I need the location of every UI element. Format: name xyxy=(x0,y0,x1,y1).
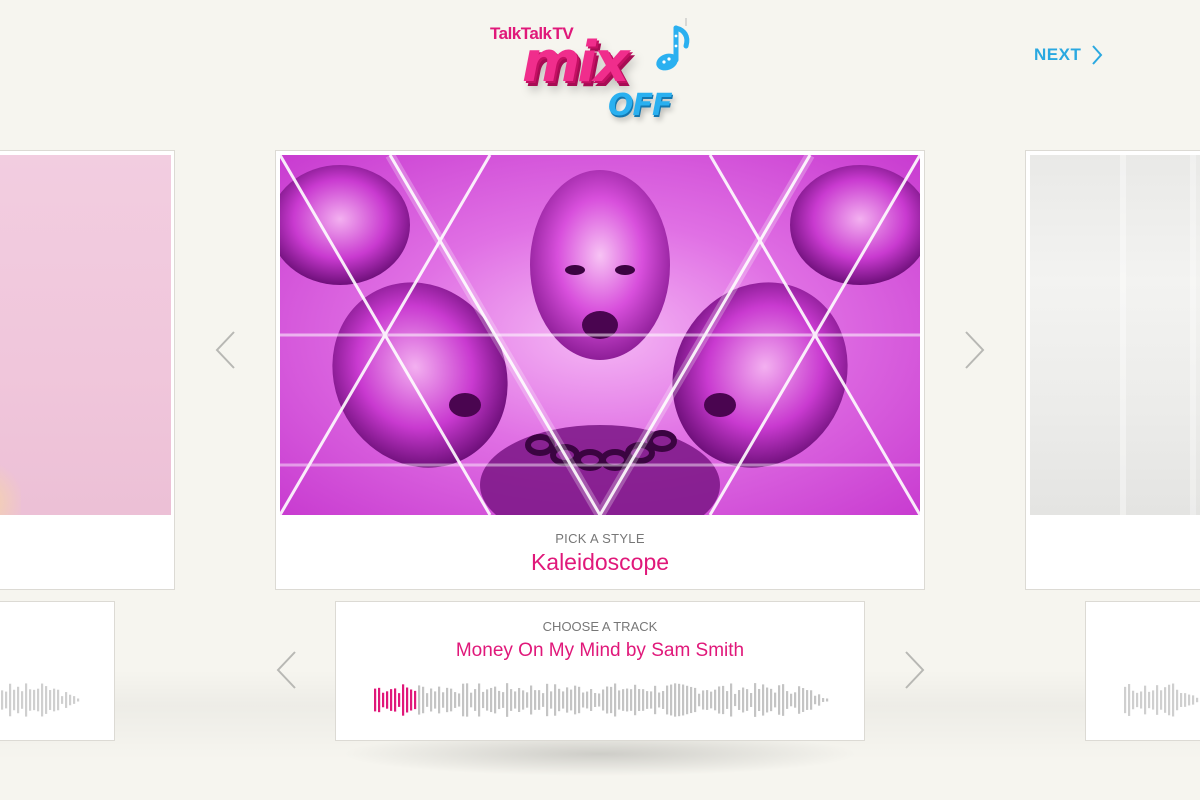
style-thumbnail-next xyxy=(1030,155,1200,515)
next-label: NEXT xyxy=(1034,45,1082,64)
choose-track-label: CHOOSE A TRACK xyxy=(542,619,658,634)
chevron-right-icon xyxy=(965,331,985,369)
style-card-selected[interactable]: PICK A STYLE Kaleidoscope xyxy=(275,150,925,590)
logo-off-text: OFF xyxy=(608,88,672,123)
style-previous-button[interactable] xyxy=(214,330,236,370)
next-button[interactable]: NEXT xyxy=(1034,42,1103,68)
style-thumbnail-previous xyxy=(0,155,171,515)
track-card-selected[interactable]: CHOOSE A TRACK Money On My Mind by Sam S… xyxy=(335,601,865,741)
track-card-previous[interactable] xyxy=(0,601,115,741)
chevron-left-icon xyxy=(276,651,296,689)
chevron-right-icon xyxy=(905,651,925,689)
card-shadow xyxy=(320,738,880,778)
track-card-next[interactable] xyxy=(1085,601,1200,741)
kaleidoscope-preview-image xyxy=(280,155,920,515)
waveform-previous xyxy=(1,683,80,717)
track-next-button[interactable] xyxy=(904,650,926,690)
waveform-next xyxy=(1124,683,1199,717)
pick-style-label: PICK A STYLE xyxy=(555,531,645,546)
music-note-icon xyxy=(656,18,690,71)
chevron-left-icon xyxy=(215,331,235,369)
selected-track-name: Money On My Mind by Sam Smith xyxy=(455,640,745,661)
style-card-next[interactable] xyxy=(1025,150,1200,590)
selected-style-name: Kaleidoscope xyxy=(530,549,670,575)
style-next-button[interactable] xyxy=(964,330,986,370)
style-card-previous[interactable] xyxy=(0,150,175,590)
logo-mix-text: mix xyxy=(522,30,630,95)
talktalk-tv-mix-off-logo: TalkTalkTV mix OFF xyxy=(488,18,708,143)
chevron-right-icon xyxy=(1092,45,1103,65)
track-waveform[interactable] xyxy=(374,680,830,720)
track-previous-button[interactable] xyxy=(275,650,297,690)
